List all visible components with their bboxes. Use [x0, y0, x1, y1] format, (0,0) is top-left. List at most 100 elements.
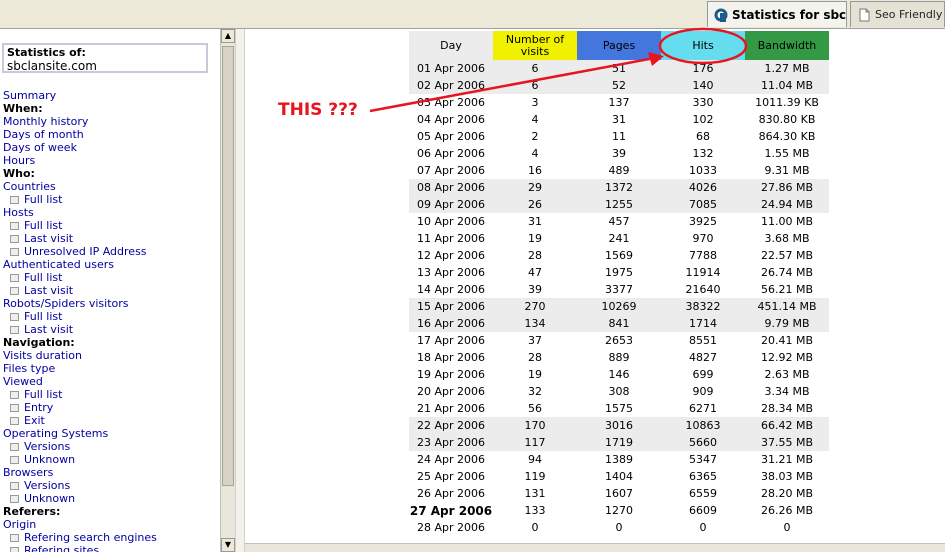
- nav-link-days-of-month[interactable]: Days of month: [3, 128, 218, 141]
- nav-link-refering-sites[interactable]: Refering sites: [3, 544, 218, 552]
- nav-label: Days of month: [3, 128, 84, 141]
- table-row: 02 Apr 2006 6 52 140 11.04 MB: [409, 77, 829, 94]
- cell-visits: 117: [493, 434, 577, 451]
- nav-link-browsers[interactable]: Browsers: [3, 466, 218, 479]
- cell-day: 14 Apr 2006: [416, 283, 485, 296]
- days-of-month-table: Day Number of visits Pages Hits Bandwidt…: [409, 31, 829, 536]
- table-row: 21 Apr 2006 56 1575 6271 28.34 MB: [409, 400, 829, 417]
- cell-day: 26 Apr 2006: [416, 487, 485, 500]
- nav-link-viewed[interactable]: Viewed: [3, 375, 218, 388]
- bottom-scrollbar[interactable]: [245, 543, 945, 552]
- nav-link-robots-spiders-visitors[interactable]: Robots/Spiders visitors: [3, 297, 218, 310]
- nav-link-unknown[interactable]: Unknown: [3, 453, 218, 466]
- cell-day: 24 Apr 2006: [416, 453, 485, 466]
- cell-visits: 4: [531, 113, 539, 126]
- nav-label: Who:: [3, 167, 35, 180]
- cell-visits: 0: [531, 521, 539, 534]
- cell-day: 15 Apr 2006: [409, 298, 493, 315]
- table-row: 15 Apr 2006 270 10269 38322 451.14 MB: [409, 298, 829, 315]
- cell-hits: 5660: [661, 434, 745, 451]
- nav-link-last-visit[interactable]: Last visit: [3, 284, 218, 297]
- nav-link-visits-duration[interactable]: Visits duration: [3, 349, 218, 362]
- nav-link-origin[interactable]: Origin: [3, 518, 218, 531]
- cell-bandwidth: 1.27 MB: [745, 60, 829, 77]
- nav-link-versions[interactable]: Versions: [3, 440, 218, 453]
- nav-link-operating-systems[interactable]: Operating Systems: [3, 427, 218, 440]
- nav-link-countries[interactable]: Countries: [3, 180, 218, 193]
- cell-pages: 489: [608, 164, 630, 177]
- table-row: 01 Apr 2006 6 51 176 1.27 MB: [409, 60, 829, 77]
- left-scrollbar[interactable]: ▲ ▼: [220, 29, 235, 552]
- cell-hits: 38322: [661, 298, 745, 315]
- cell-visits: 119: [524, 470, 546, 483]
- nav-link-authenticated-users[interactable]: Authenticated users: [3, 258, 218, 271]
- sub-item-bullet-icon: [10, 313, 19, 321]
- nav-label: Versions: [24, 440, 71, 453]
- cell-pages: 2653: [605, 334, 633, 347]
- tab-label: Seo Friendly Di: [875, 8, 944, 21]
- left-nav-frame: Statistics of: sbclansite.com Summary Whe…: [0, 29, 220, 552]
- nav-link-last-visit[interactable]: Last visit: [3, 323, 218, 336]
- table-row: 08 Apr 2006 29 1372 4026 27.86 MB: [409, 179, 829, 196]
- header-day: Day: [409, 31, 493, 60]
- cell-pages: 241: [608, 232, 630, 245]
- cell-visits: 134: [493, 315, 577, 332]
- nav-link-files-type[interactable]: Files type: [3, 362, 218, 375]
- cell-hits: 699: [692, 368, 714, 381]
- nav-link-unknown[interactable]: Unknown: [3, 492, 218, 505]
- cell-visits: 31: [528, 215, 542, 228]
- nav-link-monthly-history[interactable]: Monthly history: [3, 115, 218, 128]
- cell-hits: 909: [692, 385, 714, 398]
- header-visits: Number of visits: [493, 31, 577, 60]
- nav-link-days-of-week[interactable]: Days of week: [3, 141, 218, 154]
- nav-link-hours[interactable]: Hours: [3, 154, 218, 167]
- frame-divider[interactable]: [235, 29, 245, 552]
- tab-seo-friendly[interactable]: Seo Friendly Di: [850, 1, 945, 27]
- scroll-down-arrow-icon[interactable]: ▼: [221, 538, 235, 552]
- nav-link-full-list[interactable]: Full list: [3, 219, 218, 232]
- cell-bandwidth: 22.57 MB: [760, 249, 814, 262]
- nav-label: Full list: [24, 388, 63, 401]
- cell-bandwidth: 11.00 MB: [760, 215, 814, 228]
- scroll-up-arrow-icon[interactable]: ▲: [221, 29, 235, 43]
- nav-link-unresolved-ip-address[interactable]: Unresolved IP Address: [3, 245, 218, 258]
- cell-bandwidth: 9.31 MB: [764, 164, 810, 177]
- tab-statistics[interactable]: Statistics for sbcl...: [707, 1, 847, 27]
- nav-link-hosts[interactable]: Hosts: [3, 206, 218, 219]
- nav-link-exit[interactable]: Exit: [3, 414, 218, 427]
- table-row: 25 Apr 2006 119 1404 6365 38.03 MB: [409, 468, 829, 485]
- scrollbar-thumb[interactable]: [222, 46, 234, 486]
- sub-item-bullet-icon: [10, 482, 19, 490]
- nav-link-last-visit[interactable]: Last visit: [3, 232, 218, 245]
- awstats-icon: [714, 8, 728, 22]
- table-row: 09 Apr 2006 26 1255 7085 24.94 MB: [409, 196, 829, 213]
- cell-pages: 1270: [605, 504, 633, 517]
- cell-hits: 330: [692, 96, 714, 109]
- cell-hits: 21640: [685, 283, 721, 296]
- cell-bandwidth: 38.03 MB: [760, 470, 814, 483]
- cell-visits: 270: [493, 298, 577, 315]
- cell-hits: 4827: [689, 351, 717, 364]
- cell-visits: 37: [528, 334, 542, 347]
- table-row: 28 Apr 2006 0 0 0 0: [409, 519, 829, 536]
- nav-link-versions[interactable]: Versions: [3, 479, 218, 492]
- table-row: 03 Apr 2006 3 137 330 1011.39 KB: [409, 94, 829, 111]
- nav-link-full-list[interactable]: Full list: [3, 388, 218, 401]
- nav-link-summary[interactable]: Summary: [3, 89, 218, 102]
- nav-link-full-list[interactable]: Full list: [3, 193, 218, 206]
- cell-day: 09 Apr 2006: [409, 196, 493, 213]
- nav-label: Browsers: [3, 466, 54, 479]
- nav-link-entry[interactable]: Entry: [3, 401, 218, 414]
- cell-pages: 137: [608, 96, 630, 109]
- cell-bandwidth: 11.04 MB: [745, 77, 829, 94]
- nav-link-refering-search-engines[interactable]: Refering search engines: [3, 531, 218, 544]
- cell-bandwidth: 2.63 MB: [764, 368, 810, 381]
- nav-link-full-list[interactable]: Full list: [3, 271, 218, 284]
- cell-visits: 131: [524, 487, 546, 500]
- nav-link-full-list[interactable]: Full list: [3, 310, 218, 323]
- cell-pages: 52: [577, 77, 661, 94]
- cell-hits: 1033: [689, 164, 717, 177]
- cell-bandwidth: 1011.39 KB: [755, 96, 819, 109]
- nav-label: Navigation:: [3, 336, 75, 349]
- cell-hits: 6271: [689, 402, 717, 415]
